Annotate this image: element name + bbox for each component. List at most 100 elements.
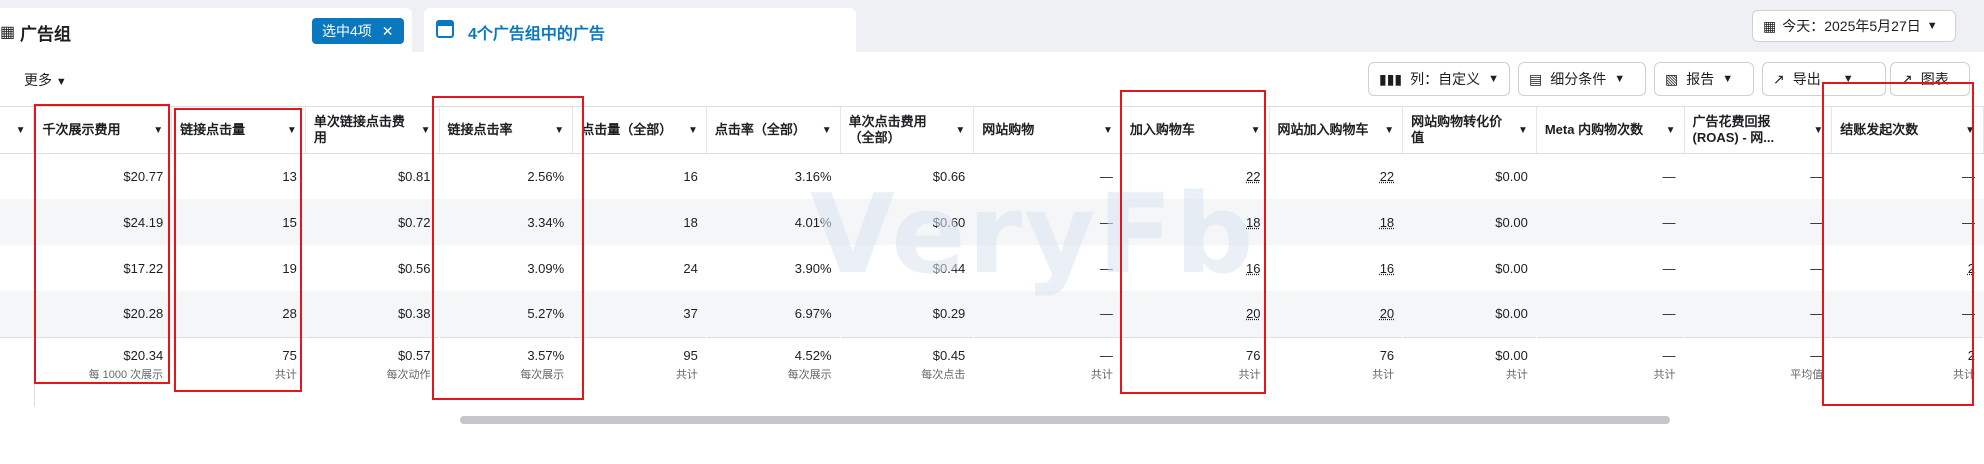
total-value: $20.34 [123, 347, 164, 363]
tab-ad-groups[interactable]: ▦ 广告组 选中4项 ✕ [0, 8, 412, 52]
total-value: 95 [683, 347, 698, 363]
total-caption: 共计 [1505, 368, 1528, 381]
tab-bar: ▦ 广告组 选中4项 ✕ 4个广告组中的广告 ▦ 今天：2025年5月27日 ▼ [0, 0, 1984, 52]
total-caption: 共计 [1372, 368, 1395, 381]
tab-ads[interactable]: 4个广告组中的广告 [424, 8, 856, 52]
sort-icon: ▼ [1665, 125, 1676, 136]
total-cell: 95 共计 [572, 336, 707, 391]
column-header[interactable]: 广告花费回报 (ROAS) - 网... ▼ [1684, 107, 1833, 154]
date-range-button[interactable]: ▦ 今天：2025年5月27日 ▼ [1752, 10, 1956, 42]
table-cell: $24.19 [33, 199, 172, 245]
table-cell-link[interactable]: 16 [1269, 245, 1403, 291]
sort-icon: ▼ [420, 125, 431, 136]
column-header[interactable]: Meta 内购物次数 ▼ [1536, 107, 1685, 154]
chevron-down-icon[interactable]: ▼ [1843, 73, 1854, 85]
row-name-cell [0, 336, 34, 391]
breakdown-button[interactable]: ▤ 细分条件 ▼ [1518, 62, 1646, 96]
column-header-label: 点击量（全部） [581, 121, 673, 137]
column-header[interactable]: 网站购物 ▼ [973, 107, 1122, 154]
header-row: ▼ 千次展示费用 ▼ 链接点击量 ▼ 单次链接点击费用 ▼ 链接点击率 ▼ 点击量（全部… [0, 107, 1984, 154]
table-cell: $0.00 [1402, 291, 1537, 337]
table-cell-link[interactable]: 22 [1269, 153, 1403, 199]
total-cell: — 共计 [1536, 336, 1685, 391]
columns-button[interactable]: ▮▮▮ 列：自定义 ▼ [1368, 62, 1510, 96]
total-cell: 4.52% 每次展示 [706, 336, 841, 391]
table-cell: 3.09% [527, 260, 565, 276]
total-value: $0.57 [397, 347, 431, 363]
column-header[interactable]: 点击量（全部） ▼ [572, 107, 707, 154]
sort-icon: ▼ [1965, 125, 1975, 136]
column-header-label: 点击率（全部） [714, 121, 806, 137]
total-caption: 每次动作 [386, 368, 431, 381]
column-header[interactable]: 链接点击量 ▼ [171, 107, 306, 154]
sort-icon: ▼ [1517, 125, 1528, 136]
table-cell: 16 [683, 168, 698, 184]
sort-icon: ▼ [1103, 125, 1113, 136]
table-cell-link[interactable]: 18 [1269, 199, 1403, 245]
column-header-label: 广告花费回报 (ROAS) - 网... [1692, 113, 1775, 145]
sort-icon: ▼ [153, 125, 164, 136]
charts-button[interactable]: ↗ 图表 [1890, 62, 1970, 96]
column-header[interactable]: 千次展示费用 ▼ [33, 107, 173, 154]
close-icon[interactable]: ✕ [382, 18, 394, 44]
total-value: 4.52% [794, 347, 832, 363]
cell-value: 18 [1379, 214, 1395, 230]
row-name-cell [0, 291, 34, 337]
tab-ads-label: 4个广告组中的广告 [468, 26, 605, 43]
table-cell: 37 [572, 291, 707, 337]
table-cell: $0.00 [1495, 260, 1528, 276]
breakdown-icon: ▤ [1529, 70, 1543, 87]
table-cell: — [1810, 168, 1824, 184]
export-button[interactable]: ↗ 导出 ▼ [1762, 62, 1886, 96]
table-cell: — [1831, 199, 1984, 245]
column-header-label: Meta 内购物次数 [1544, 121, 1644, 137]
column-header[interactable]: 网站加入购物车 ▼ [1269, 107, 1404, 154]
more-button[interactable]: 更多 ▼ [24, 70, 67, 90]
horizontal-scrollbar[interactable] [460, 416, 1670, 424]
toolbar: 更多 ▼ ▮▮▮ 列：自定义 ▼ ▤ 细分条件 ▼ ▧ 报告 ▼ ↗ 导出 ▼ … [0, 52, 1984, 106]
table-cell-link[interactable]: 2 [1832, 245, 1984, 291]
chevron-down-icon: ▼ [1722, 73, 1734, 85]
chevron-down-icon: ▼ [55, 76, 67, 88]
selected-badge[interactable]: 选中4项 ✕ [312, 18, 404, 44]
table-cell: — [1536, 199, 1685, 245]
table-cell: 19 [282, 260, 297, 276]
table-cell: $17.22 [123, 260, 164, 276]
table-cell: $0.72 [305, 199, 439, 245]
total-caption: 平均值 [1790, 368, 1824, 381]
column-header[interactable]: 链接点击率 ▼ [439, 107, 574, 154]
table-cell: — [1684, 291, 1832, 337]
table-cell: $0.38 [305, 291, 439, 337]
cell-value: 20 [1246, 306, 1261, 322]
column-header[interactable]: 加入购物车 ▼ [1121, 107, 1270, 154]
reports-button[interactable]: ▧ 报告 ▼ [1654, 62, 1754, 96]
table-cell: $20.77 [123, 168, 164, 184]
table-cell: — [1662, 260, 1676, 276]
watermark: VeryFb [810, 170, 1256, 298]
total-caption: 共计 [675, 368, 698, 381]
column-header[interactable]: 点击率（全部） ▼ [706, 107, 841, 154]
column-header-label: 单次链接点击费用 [313, 113, 405, 145]
column-header-label: 单次点击费用（全部） [848, 113, 927, 145]
column-header[interactable]: 单次点击费用（全部） ▼ [840, 107, 975, 154]
table-cell: — [1810, 260, 1824, 276]
table-cell: — [1536, 291, 1685, 337]
column-header[interactable]: 结账发起次数 ▼ [1831, 107, 1984, 154]
chevron-down-icon: ▼ [1488, 73, 1499, 85]
table-cell-link[interactable]: 20 [1269, 291, 1403, 337]
column-header[interactable]: 单次链接点击费用 ▼ [305, 107, 440, 154]
column-header-label: 网站加入购物车 [1277, 121, 1369, 137]
total-cell: 76 共计 [1121, 336, 1270, 391]
total-value: 76 [1379, 347, 1395, 363]
table-cell: $0.81 [397, 168, 431, 184]
more-label: 更多 [24, 72, 52, 88]
table-cell: 3.34% [439, 199, 573, 245]
column-header-label: 链接点击率 [447, 121, 513, 137]
table-cell: 13 [282, 168, 297, 184]
column-header-name[interactable]: ▼ [0, 107, 35, 154]
table-cell: — [1962, 168, 1975, 184]
column-header-label: 千次展示费用 [42, 121, 121, 137]
column-header[interactable]: 网站购物转化价值 ▼ [1402, 107, 1537, 154]
table-cell: 18 [572, 199, 707, 245]
column-header-label: 链接点击量 [180, 121, 246, 137]
